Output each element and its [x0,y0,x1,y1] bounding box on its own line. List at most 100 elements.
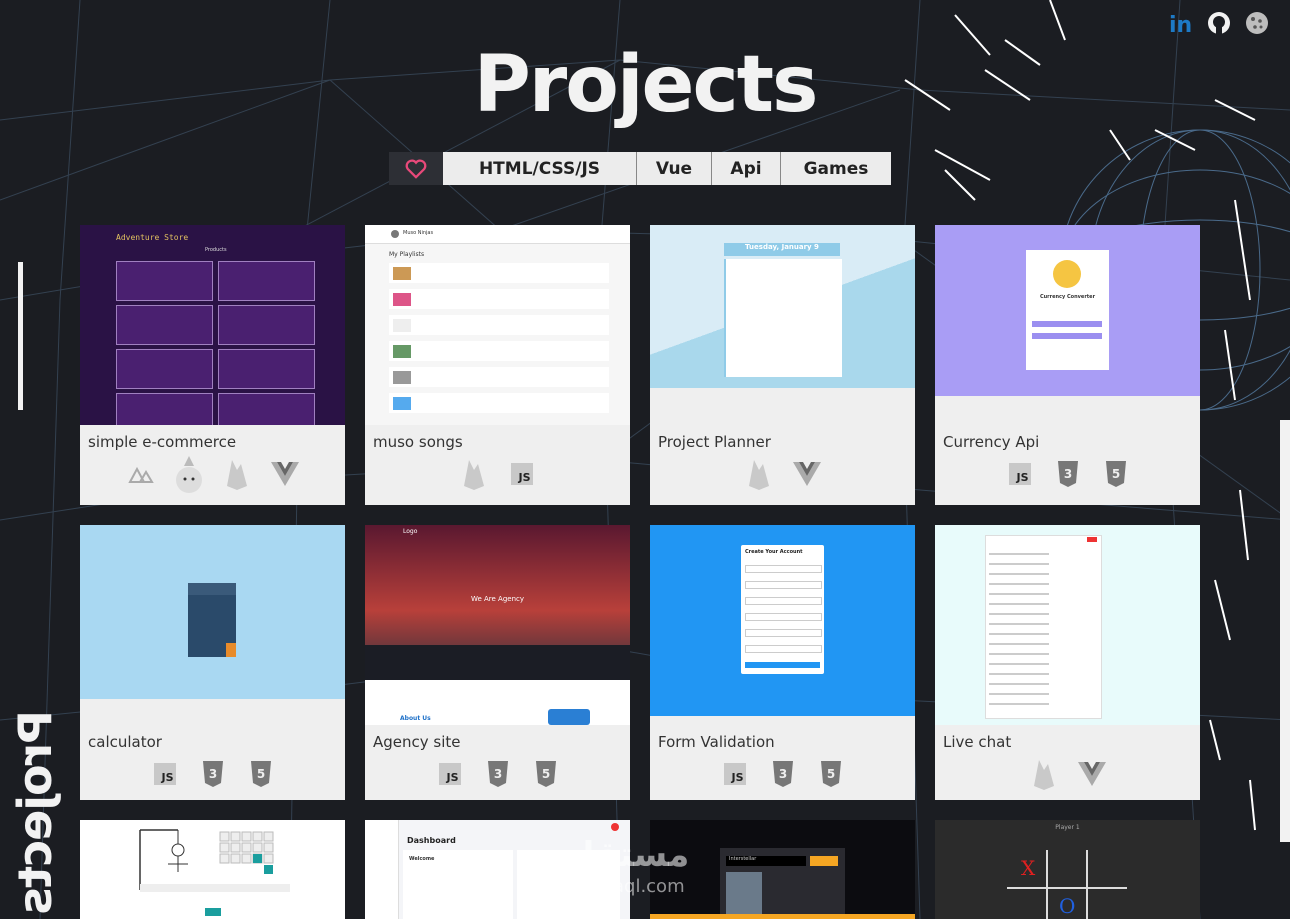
tab-games[interactable]: Games [781,152,891,185]
project-name: Live chat [943,733,1012,751]
css3-icon: 3 [768,759,798,789]
project-card[interactable]: Logo We Are Agency About Us Agency site … [365,525,630,800]
side-title: Projects [8,710,62,914]
project-thumbnail: Player 1 X O [935,820,1200,919]
thumb-heading: Player 1 [1055,824,1080,831]
project-name: muso songs [373,433,463,451]
thumb-subtitle: Welcome [409,856,435,862]
tech-icons: JS 3 5 [935,457,1200,491]
project-card[interactable]: Tuesday, January 9 Project Planner [650,225,915,505]
project-card[interactable] [80,820,345,919]
thumb-heading: We Are Agency [470,595,525,603]
github-icon[interactable] [1206,10,1232,36]
project-thumbnail: Muso Ninjas My Playlists [365,225,630,425]
project-card[interactable]: Currency Converter Currency Api JS 3 5 [935,225,1200,505]
html5-icon: 5 [816,759,846,789]
thumb-subtitle: Products [205,247,227,253]
js-icon: JS [435,759,465,789]
tech-icons: JS 3 5 [365,757,630,791]
pinia-icon [174,456,204,493]
filter-tabs: HTML/CSS/JS Vue Api Games [389,152,891,185]
thumb-heading: My Playlists [389,251,425,258]
js-icon: JS [1005,459,1035,489]
css3-icon: 3 [483,759,513,789]
project-name: Form Validation [658,733,775,751]
project-card[interactable]: Live chat [935,525,1200,800]
project-thumbnail: Logo We Are Agency About Us [365,525,630,725]
project-card[interactable]: Muso Ninjas My Playlists muso songs JS [365,225,630,505]
project-thumbnail: Create Your Account [650,525,915,716]
tab-vue[interactable]: Vue [637,152,712,185]
tech-icons [650,457,915,491]
project-card[interactable]: Create Your Account Form Validation JS 3… [650,525,915,800]
project-thumbnail [935,525,1200,725]
thumb-logo: Logo [403,528,418,535]
firebase-icon [459,459,489,490]
svg-text:3: 3 [778,767,786,781]
vue-icon [792,459,822,489]
thumb-subtitle: About Us [400,715,431,722]
tech-icons [935,757,1200,791]
project-card[interactable]: Player 1 X O [935,820,1200,919]
project-thumbnail [80,525,345,699]
vue-icon [270,459,300,489]
cookie-icon[interactable] [1244,10,1270,36]
tech-icons: JS 3 5 [650,757,915,791]
html5-icon: 5 [531,759,561,789]
js-icon: JS [720,759,750,789]
html5-icon: 5 [1101,459,1131,489]
side-divider [18,262,23,410]
tab-api[interactable]: Api [712,152,781,185]
svg-text:5: 5 [256,767,264,781]
thumb-heading: Dashboard [407,836,456,845]
project-card[interactable]: Interstellar [650,820,915,919]
tech-icons: JS 3 5 [80,757,345,791]
svg-text:5: 5 [826,767,834,781]
thumb-user: Muso Ninjas [403,230,434,236]
svg-text:3: 3 [208,767,216,781]
svg-text:3: 3 [493,767,501,781]
project-card[interactable]: Adventure Store Products simple e-commer… [80,225,345,505]
watermark-arabic: مستقل [565,835,690,875]
tab-html-css-js[interactable]: HTML/CSS/JS [443,152,637,185]
svg-text:5: 5 [1111,467,1119,481]
project-thumbnail: Adventure Store Products [80,225,345,425]
thumb-heading: Interstellar [726,856,806,866]
thumb-heading: Tuesday, January 9 [724,243,840,256]
project-thumbnail: Currency Converter [935,225,1200,396]
linkedin-icon[interactable]: in [1168,10,1194,38]
css3-icon: 3 [198,759,228,789]
page-title: Projects [473,40,819,130]
scrollbar[interactable] [1280,420,1290,842]
project-thumbnail: Interstellar [650,820,915,919]
project-name: Currency Api [943,433,1040,451]
firebase-icon [744,459,774,490]
firebase-icon [222,459,252,490]
heart-icon [405,159,427,179]
tab-favorites[interactable] [389,152,443,185]
project-name: calculator [88,733,162,751]
svg-text:in: in [1169,13,1192,36]
vue-icon [1077,759,1107,789]
project-name: Agency site [373,733,461,751]
watermark-latin: mostaql.com [568,876,685,897]
js-icon: JS [150,759,180,789]
thumb-heading: Currency Converter [1039,294,1096,300]
project-card[interactable]: calculator JS 3 5 [80,525,345,800]
social-links: in [1168,10,1270,38]
thumb-x-mark: X [1021,856,1036,880]
svg-text:3: 3 [1063,467,1071,481]
project-thumbnail [80,820,345,919]
nuxt-icon [126,459,156,489]
thumb-o-mark: O [1059,894,1076,918]
css3-icon: 3 [1053,459,1083,489]
project-name: simple e-commerce [88,433,237,451]
svg-text:5: 5 [541,767,549,781]
thumb-heading: Create Your Account [745,549,803,555]
tech-icons [80,456,345,493]
js-icon: JS [507,459,537,489]
thumb-title: Adventure Store [116,233,189,242]
project-name: Project Planner [658,433,771,451]
project-thumbnail: Tuesday, January 9 [650,225,915,388]
firebase-icon [1029,759,1059,790]
